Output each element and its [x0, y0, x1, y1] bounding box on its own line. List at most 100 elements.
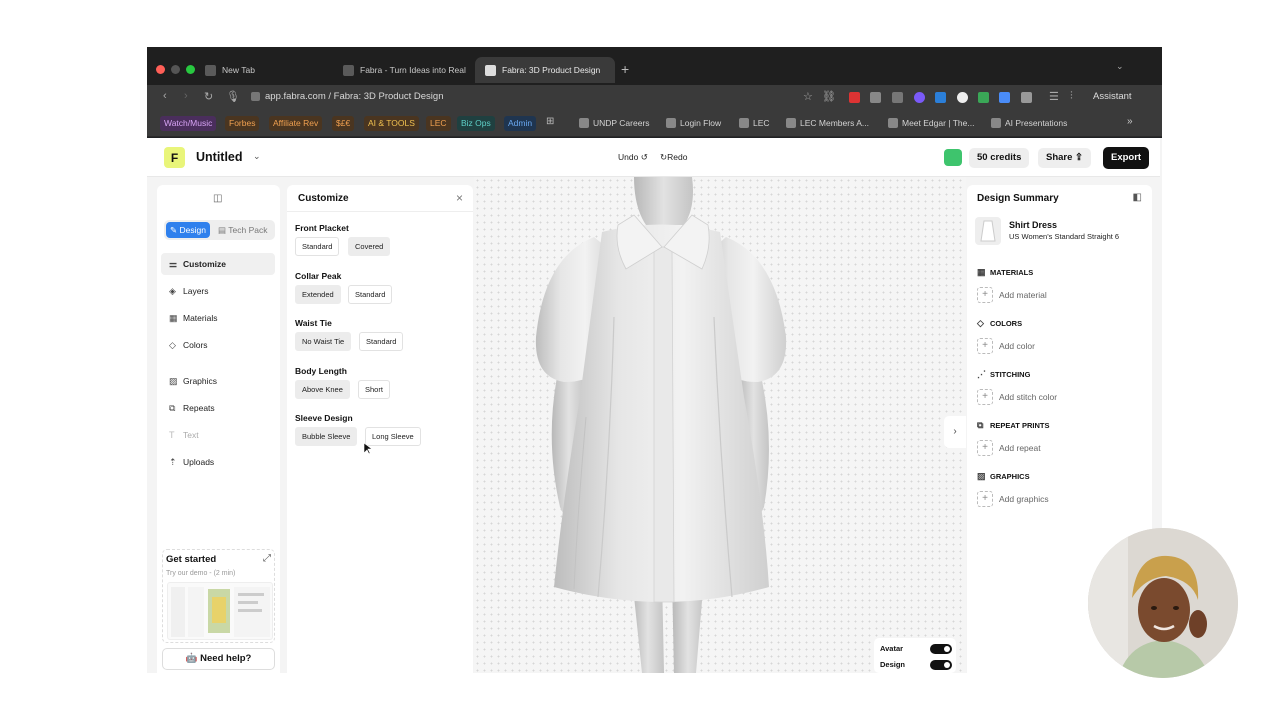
credits-stack-icon — [944, 149, 962, 166]
add-color-button[interactable]: + Add color — [977, 338, 1035, 354]
font-extension-icon[interactable] — [892, 92, 903, 103]
section-repeat-prints: ⧉ REPEAT PRINTS — [977, 420, 1049, 430]
extension-icon[interactable] — [849, 92, 860, 103]
back-icon[interactable]: ‹ — [163, 90, 167, 102]
add-material-button[interactable]: + Add material — [977, 287, 1047, 303]
redo-button[interactable]: ↻Redo — [660, 152, 687, 163]
bookmark-folder[interactable]: Affiliate Rev — [269, 116, 323, 131]
url-field[interactable]: app.fabra.com / Fabra: 3D Product Design — [251, 91, 443, 102]
sidebar-item-customize[interactable]: ⚌ Customize — [161, 253, 275, 275]
maximize-window-button[interactable] — [186, 65, 195, 74]
expand-icon[interactable]: ⤢ — [263, 553, 271, 564]
sidebar-item-text[interactable]: T Text — [161, 424, 275, 446]
reload-icon[interactable]: ↻ — [204, 90, 213, 103]
bookmark-folder[interactable]: LEC — [426, 116, 451, 131]
undo-button[interactable]: Undo ↺ — [618, 152, 648, 163]
credits-badge[interactable]: 50 credits — [969, 148, 1030, 168]
bookmark-folder[interactable]: Watch/Music — [160, 116, 217, 131]
bookmark-folder[interactable]: Admin — [504, 116, 537, 131]
expand-summary-chevron-icon[interactable]: › — [944, 416, 966, 448]
avatar-toggle[interactable] — [930, 644, 952, 654]
sidebar-item-repeats[interactable]: ⧉ Repeats — [161, 397, 275, 419]
minimize-window-button[interactable] — [171, 65, 180, 74]
add-graphics-button[interactable]: + Add graphics — [977, 491, 1049, 507]
puzzle-icon[interactable] — [1021, 92, 1032, 103]
tab-list-chevron-icon[interactable]: ⌄ — [1116, 61, 1124, 72]
sidebar-item-layers[interactable]: ◈ Layers — [161, 280, 275, 302]
bookmark-folder[interactable]: $£€ — [332, 116, 355, 131]
camera-extension-icon[interactable] — [870, 92, 881, 103]
chevron-down-icon[interactable]: ⌄ — [253, 151, 261, 162]
bookmark-link[interactable]: AI Presentations — [989, 116, 1071, 131]
option-button-selected[interactable]: Extended — [295, 285, 341, 304]
bookmark-link[interactable]: LEC Members A... — [784, 116, 873, 131]
3d-viewport[interactable]: › Avatar Design — [474, 177, 966, 673]
sidebar-item-graphics[interactable]: ▨ Graphics — [161, 370, 275, 392]
sliders-icon: ⚌ — [169, 259, 178, 269]
design-toggle[interactable] — [930, 660, 952, 670]
sidebar-item-label: Layers — [183, 286, 209, 296]
bookmark-folder[interactable]: Forbes — [225, 116, 260, 131]
bookmark-folder[interactable]: AI & TOOLS — [364, 116, 419, 131]
3d-shirt-dress-model[interactable] — [514, 177, 794, 673]
option-button[interactable]: Standard — [359, 332, 404, 351]
option-group-label: Waist Tie — [295, 318, 332, 328]
panel-toggle-icon[interactable]: ◧ — [1133, 192, 1142, 203]
close-window-button[interactable] — [156, 65, 165, 74]
export-button[interactable]: Export — [1103, 147, 1150, 169]
option-group-label: Sleeve Design — [295, 413, 353, 423]
tab-fabra-home[interactable]: Fabra - Turn Ideas into Real — [333, 57, 473, 83]
option-button[interactable]: Long Sleeve — [365, 427, 421, 446]
add-repeat-button[interactable]: + Add repeat — [977, 440, 1041, 456]
extension-icon[interactable] — [978, 92, 989, 103]
tab-fabra-3d-design[interactable]: Fabra: 3D Product Design — [475, 57, 615, 83]
get-started-card[interactable]: Get started Try our demo - (2 min) ⤢ — [162, 549, 275, 643]
sidebar-item-materials[interactable]: ▦ Materials — [161, 307, 275, 329]
customize-panel: Customize × Front Placket Standard Cover… — [287, 185, 473, 673]
close-icon[interactable]: × — [456, 191, 463, 205]
sidebar-item-uploads[interactable]: ⇡ Uploads — [161, 451, 275, 473]
bookmark-link[interactable]: LEC — [737, 116, 774, 131]
apps-grid-icon[interactable]: ⊞ — [546, 116, 554, 127]
site-info-icon[interactable] — [251, 92, 260, 101]
demo-video-thumbnail[interactable] — [167, 582, 273, 640]
extension-icon[interactable] — [914, 92, 925, 103]
fabra-logo[interactable]: F — [164, 147, 185, 168]
extension-icon[interactable] — [935, 92, 946, 103]
option-button[interactable]: Standard — [348, 285, 393, 304]
option-button[interactable]: Short — [358, 380, 390, 399]
collapse-sidebar-icon[interactable]: ◫ — [213, 193, 222, 204]
microphone-icon[interactable]: 🎙 — [226, 90, 240, 103]
more-bookmarks-icon[interactable]: » — [1127, 116, 1133, 127]
bookmark-star-icon[interactable]: ☆ — [803, 90, 813, 103]
share-button[interactable]: Share ⇪ — [1038, 148, 1092, 168]
bookmark-link[interactable]: Login Flow — [664, 116, 725, 131]
materials-icon: ▦ — [977, 267, 986, 277]
tab-new-tab[interactable]: New Tab — [195, 57, 335, 83]
add-stitch-color-button[interactable]: + Add stitch color — [977, 389, 1057, 405]
tab-tech-pack[interactable]: ▤ Tech Pack — [214, 222, 271, 238]
need-help-button[interactable]: 🤖 Need help? — [162, 648, 275, 670]
tab-design[interactable]: ✎ Design — [166, 222, 210, 238]
audio-icon[interactable]: ⫶ — [1070, 90, 1073, 103]
new-tab-button[interactable]: + — [621, 61, 629, 77]
option-button[interactable]: Standard — [295, 237, 340, 256]
assistant-button[interactable]: Assistant — [1093, 91, 1132, 102]
project-title[interactable]: Untitled — [196, 150, 243, 164]
option-button-selected[interactable]: Above Knee — [295, 380, 350, 399]
bookmark-folder[interactable]: Biz Ops — [457, 116, 495, 131]
option-button-selected[interactable]: Covered — [348, 237, 391, 256]
forward-icon[interactable]: › — [184, 90, 188, 102]
option-button-selected[interactable]: No Waist Tie — [295, 332, 352, 351]
fabra-app: F Untitled ⌄ Undo ↺ ↻Redo 50 credits Sha… — [147, 138, 1162, 673]
extension-icon[interactable] — [999, 92, 1010, 103]
option-button-selected[interactable]: Bubble Sleeve — [295, 427, 358, 446]
extension-icon[interactable] — [957, 92, 968, 103]
link-icon[interactable]: ⛓ — [822, 90, 836, 103]
bookmark-link[interactable]: UNDP Careers — [577, 116, 654, 131]
sidebar-menu-icon[interactable]: ☰ — [1049, 90, 1059, 103]
left-sidebar: ◫ ✎ Design ▤ Tech Pack ⚌ Customize ◈ Layer… — [157, 185, 280, 673]
bookmark-link[interactable]: Meet Edgar | The... — [886, 116, 978, 131]
get-started-subtitle: Try our demo - (2 min) — [166, 570, 236, 577]
sidebar-item-colors[interactable]: ◇ Colors — [161, 334, 275, 356]
